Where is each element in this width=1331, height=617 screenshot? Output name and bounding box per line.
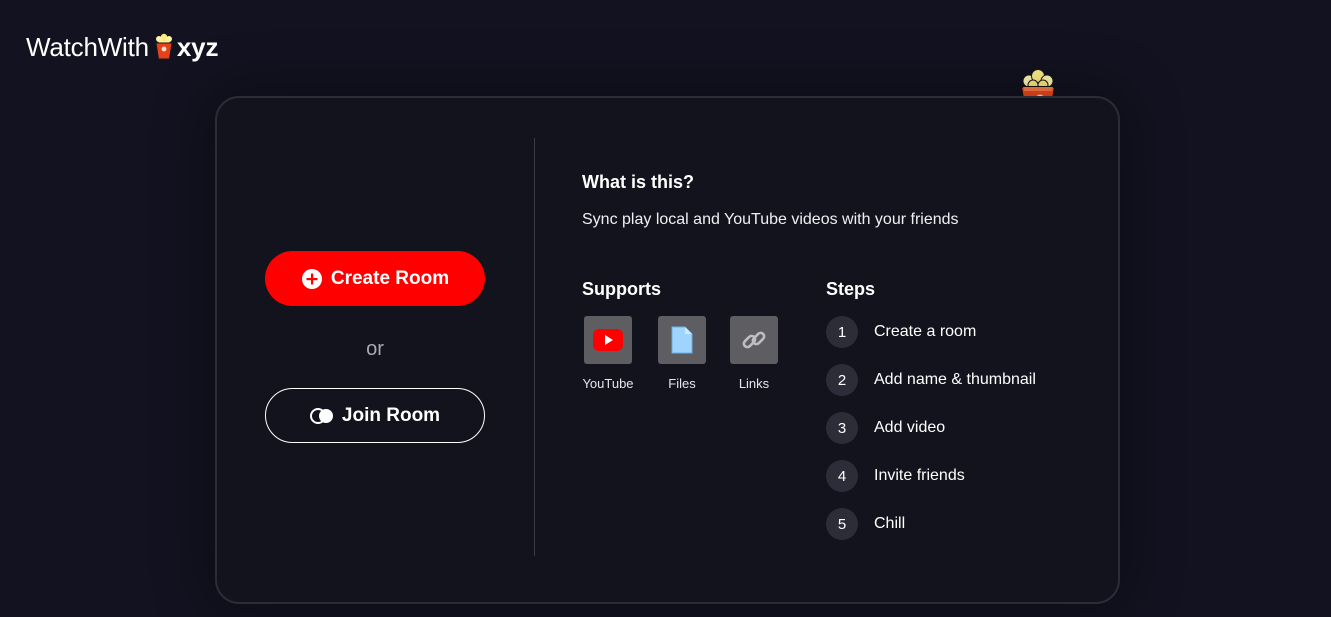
join-room-label: Join Room [341, 404, 441, 426]
about-description: Sync play local and YouTube videos with … [582, 211, 959, 228]
step-number: 2 [826, 364, 858, 396]
support-item-links: Links [724, 316, 784, 391]
support-item-files: Files [652, 316, 712, 391]
step-label: Invite friends [874, 467, 965, 484]
step-item: 2 Add name & thumbnail [826, 364, 1036, 396]
about-title: What is this? [582, 172, 694, 192]
step-item: 3 Add video [826, 412, 945, 444]
step-label: Create a room [874, 323, 977, 340]
create-room-button[interactable]: Create Room [265, 251, 485, 306]
plus-circle-icon [301, 268, 323, 290]
step-item: 5 Chill [826, 508, 905, 540]
brand-suffix: xyz [176, 31, 219, 62]
create-room-label: Create Room [330, 267, 450, 289]
youtube-icon [584, 316, 632, 364]
step-item: 4 Invite friends [826, 460, 965, 492]
vertical-divider [534, 138, 535, 556]
support-item-youtube: YouTube [578, 316, 638, 391]
step-label: Chill [874, 515, 906, 532]
file-icon [658, 316, 706, 364]
step-number: 1 [826, 316, 858, 348]
steps-title: Steps [826, 279, 876, 299]
step-label: Add video [874, 419, 946, 436]
popcorn-icon [153, 33, 175, 61]
step-item: 1 Create a room [826, 316, 976, 348]
step-number: 4 [826, 460, 858, 492]
join-room-button[interactable]: Join Room [265, 388, 485, 443]
brand-prefix: WatchWith [26, 31, 149, 62]
supports-title: Supports [582, 279, 661, 299]
support-label-links: Links [738, 376, 770, 391]
home-card: Create Room or Join Room What is this? S… [215, 96, 1120, 604]
link-icon [730, 316, 778, 364]
step-label: Add name & thumbnail [874, 371, 1036, 388]
support-label-files: Files [668, 376, 696, 391]
overlapping-circles-icon [309, 407, 334, 425]
support-label-youtube: YouTube [582, 376, 634, 391]
app-logo[interactable]: WatchWith xyz [26, 31, 218, 63]
step-number: 3 [826, 412, 858, 444]
or-separator: or [366, 338, 384, 360]
step-number: 5 [826, 508, 858, 540]
